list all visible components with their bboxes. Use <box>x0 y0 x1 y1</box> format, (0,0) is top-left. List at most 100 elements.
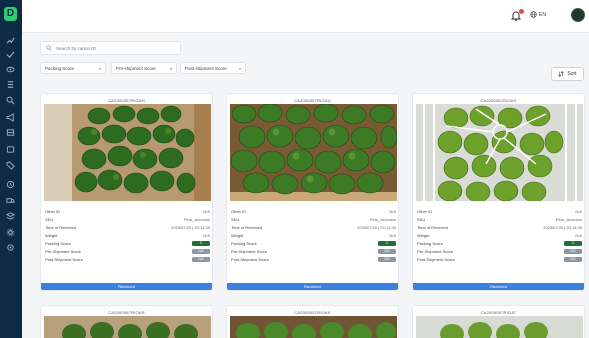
megaphone-icon[interactable] <box>5 113 16 122</box>
chart-icon[interactable] <box>5 36 16 45</box>
field-label: Time of Received <box>417 224 448 230</box>
top-header <box>22 0 589 33</box>
search-icon <box>46 45 52 51</box>
folder-icon[interactable] <box>5 145 16 154</box>
field-row: Pre-Shipment Score N/A <box>231 247 396 255</box>
globe-icon <box>530 11 537 18</box>
pre-shipment-score-badge: N/A <box>564 248 582 254</box>
field-row: Pre-Shipment Score N/A <box>417 247 582 255</box>
field-value: Peru_Avocado <box>369 216 396 222</box>
field-value: N/A <box>575 232 582 238</box>
field-row: Post-Shipment Score N/A <box>231 255 396 263</box>
user-avatar[interactable] <box>571 8 585 22</box>
pre-shipment-score-badge: N/A <box>192 248 210 254</box>
post-shipment-score-filter[interactable]: Post-shipment Score ▾ <box>180 62 246 74</box>
field-row: Other ID N/A <box>417 207 582 215</box>
status-bar: Received <box>413 283 584 290</box>
field-row: Pre-Shipment Score N/A <box>45 247 210 255</box>
field-value: Peru_Avocado <box>555 216 582 222</box>
search-bar[interactable] <box>40 41 181 55</box>
language-label: EN <box>539 11 546 18</box>
field-label: Weight <box>45 232 58 238</box>
carton-card[interactable]: CA2000057RIOAX Other ID N/A SKU Peru_Avo… <box>412 93 585 291</box>
avocado-photo <box>44 316 211 338</box>
avocado-photo <box>230 104 397 201</box>
chevron-down-icon: ▾ <box>169 65 172 71</box>
field-label: Post-Shipment Score <box>45 256 83 262</box>
field-value: Peru_Avocado <box>183 216 210 222</box>
settings-icon[interactable] <box>5 243 16 252</box>
field-row: SKU Peru_Avocado <box>231 215 396 223</box>
field-label: Pre-Shipment Score <box>231 248 268 254</box>
field-label: SKU <box>231 216 240 222</box>
field-row: Weight N/A <box>417 231 582 239</box>
pre-shipment-score-filter[interactable]: Pre-shipment Score ▾ <box>111 62 177 74</box>
list-icon[interactable] <box>5 80 16 89</box>
carton-fields: Other ID N/A SKU Peru_Avocado Time of Rece… <box>231 207 396 263</box>
sidebar: D <box>0 0 22 338</box>
app-logo[interactable]: D <box>4 7 17 21</box>
field-row: Post-Shipment Score N/A <box>417 255 582 263</box>
field-label: Packing Score <box>417 240 443 246</box>
search-icon[interactable] <box>5 96 16 105</box>
clock-icon[interactable] <box>5 180 16 189</box>
field-label: SKU <box>45 216 54 222</box>
notification-dot <box>519 9 524 14</box>
packing-score-badge: 9 <box>378 240 396 246</box>
gear-icon[interactable] <box>5 228 16 237</box>
packing-score-badge: 9 <box>564 240 582 246</box>
field-value: 2025/07/20 | 20:14:39 <box>171 224 210 230</box>
field-row: Packing Score 9 <box>231 239 396 247</box>
box-icon[interactable] <box>5 128 16 137</box>
field-value: 2025/07/20 | 20:14:39 <box>543 224 582 230</box>
field-label: Other ID <box>417 208 433 214</box>
field-value: N/A <box>203 232 210 238</box>
truck-icon[interactable] <box>5 196 16 205</box>
carton-card[interactable]: CA2000057RIOAG Other ID N/A SKU Peru_Avoca… <box>226 93 399 291</box>
post-shipment-score-badge: N/A <box>564 256 582 262</box>
carton-card[interactable]: CA2000057RIOAT <box>412 305 585 338</box>
field-row: SKU Peru_Avocado <box>417 215 582 223</box>
field-row: Time of Received 2025/07/20 | 20:14:39 <box>231 223 396 231</box>
field-label: Packing Score <box>231 240 257 246</box>
avocado-photo <box>416 316 583 338</box>
packing-score-filter[interactable]: Packing Score ▾ <box>40 62 106 74</box>
field-value: N/A <box>389 208 396 214</box>
carton-card[interactable]: CA2000057RIOAR <box>40 305 213 338</box>
field-label: Time of Received <box>231 224 262 230</box>
field-label: Other ID <box>45 208 61 214</box>
layers-icon[interactable] <box>5 212 16 221</box>
field-row: Weight N/A <box>231 231 396 239</box>
field-row: Other ID N/A <box>231 207 396 215</box>
avocado-photo <box>230 316 397 338</box>
app-root: D EN Packing Score▾ Pre-shipment Score▾ … <box>0 0 589 338</box>
field-row: Packing Score 9 <box>45 239 210 247</box>
status-bar: Received <box>227 283 398 290</box>
pre-shipment-score-badge: N/A <box>378 248 396 254</box>
check-icon[interactable] <box>5 50 16 59</box>
field-label: Pre-Shipment Score <box>45 248 82 254</box>
field-row: Packing Score 9 <box>417 239 582 247</box>
field-row: Other ID N/A <box>45 207 210 215</box>
field-label: Pre-Shipment Score <box>417 248 454 254</box>
chevron-down-icon: ▾ <box>238 65 241 71</box>
field-label: Time of Received <box>45 224 76 230</box>
carton-fields: Other ID N/A SKU Peru_Avocado Time of Rece… <box>45 207 210 263</box>
sort-button[interactable]: Sort <box>551 67 584 81</box>
field-label: Weight <box>231 232 244 238</box>
field-row: Time of Received 2025/07/20 | 20:14:39 <box>45 223 210 231</box>
sort-label: Sort <box>567 71 577 77</box>
search-input[interactable] <box>56 45 166 51</box>
tag-icon[interactable] <box>5 161 16 170</box>
filter-label: Packing Score <box>45 65 75 71</box>
eye-icon[interactable] <box>5 65 16 74</box>
language-selector[interactable]: EN <box>530 11 546 18</box>
field-row: Time of Received 2025/07/20 | 20:14:39 <box>417 223 582 231</box>
field-row: Post-Shipment Score N/A <box>45 255 210 263</box>
field-value: N/A <box>389 232 396 238</box>
filter-label: Post-shipment Score <box>185 65 227 71</box>
carton-card[interactable]: CA2000057RIOAS <box>226 305 399 338</box>
field-label: Post-Shipment Score <box>417 256 455 262</box>
carton-card[interactable]: CA2000057RIOAH Other ID N/A SKU Peru_Avoca… <box>40 93 213 291</box>
chevron-down-icon: ▾ <box>98 65 101 71</box>
